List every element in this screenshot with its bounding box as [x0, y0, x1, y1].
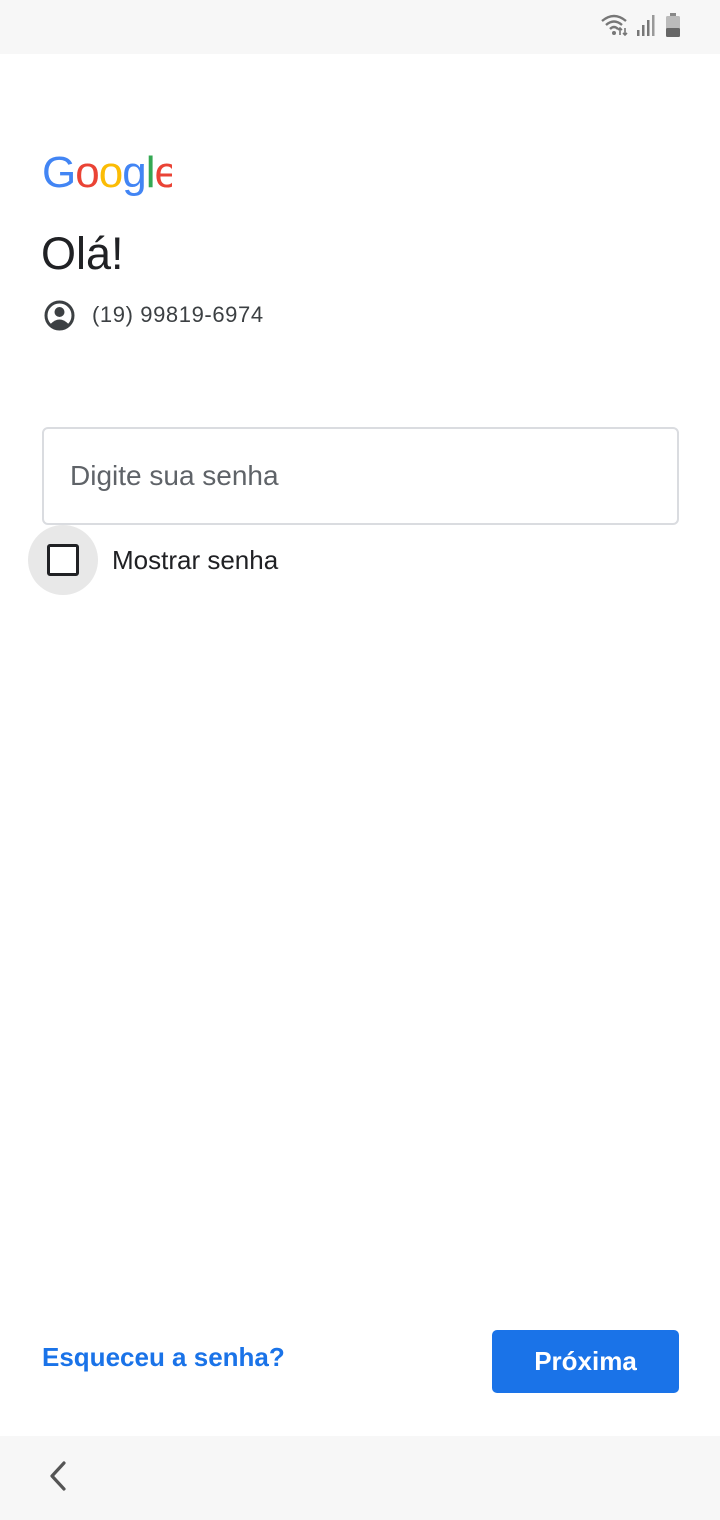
- page-title: Olá!: [41, 228, 124, 279]
- forgot-password-link[interactable]: Esqueceu a senha?: [42, 1342, 285, 1373]
- wifi-icon: [600, 13, 628, 42]
- status-bar: [0, 0, 720, 54]
- cellular-signal-icon: [636, 13, 656, 42]
- next-button[interactable]: Próxima: [492, 1330, 679, 1393]
- battery-icon: [664, 12, 682, 43]
- show-password-toggle[interactable]: Mostrar senha: [28, 525, 278, 595]
- svg-text:Google: Google: [42, 148, 172, 197]
- show-password-label[interactable]: Mostrar senha: [112, 545, 278, 576]
- account-identifier: (19) 99819-6974: [92, 302, 264, 327]
- account-chip[interactable]: (19) 99819-6974: [44, 298, 264, 332]
- account-circle-icon: [44, 300, 75, 331]
- show-password-checkbox[interactable]: [47, 544, 79, 576]
- status-icons: [600, 12, 682, 43]
- google-logo: Google: [42, 147, 179, 199]
- checkbox-ripple[interactable]: [28, 525, 98, 595]
- password-input[interactable]: [44, 429, 677, 523]
- back-button[interactable]: [36, 1456, 80, 1500]
- back-chevron-icon: [46, 1460, 70, 1497]
- password-field[interactable]: [42, 427, 679, 525]
- navigation-bar: [0, 1436, 720, 1520]
